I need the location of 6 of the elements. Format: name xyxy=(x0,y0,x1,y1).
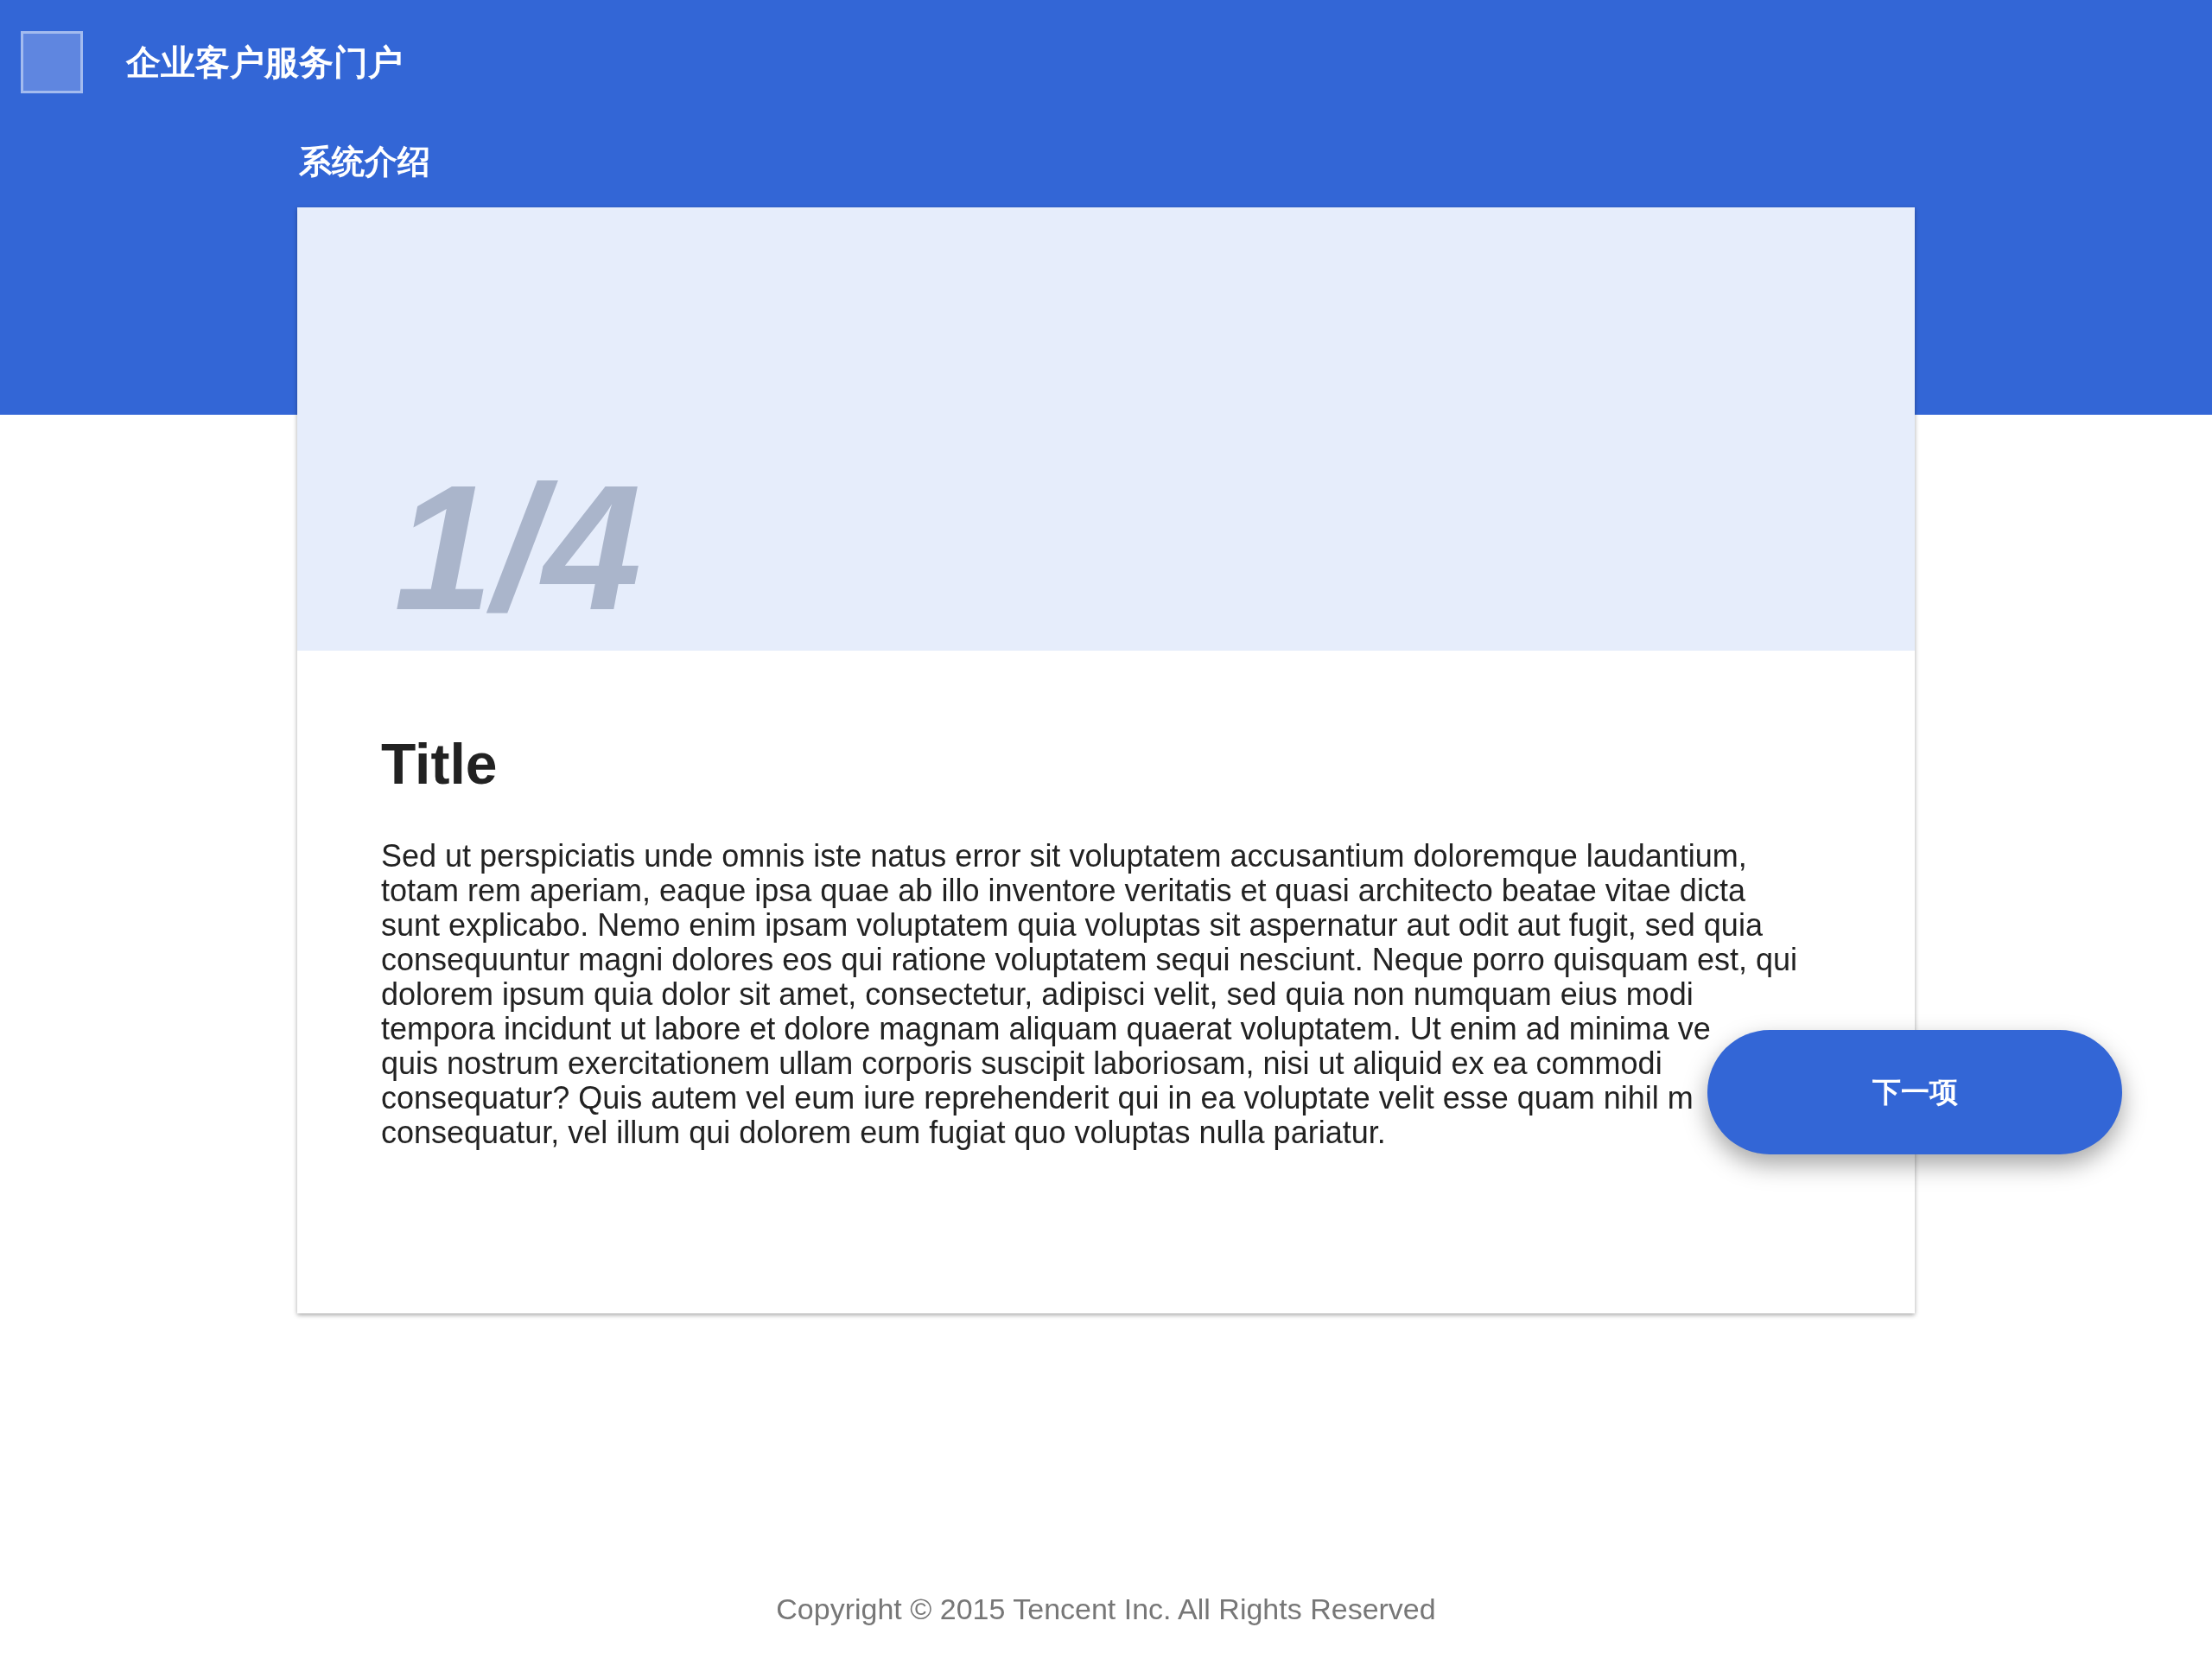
card-title: Title xyxy=(381,731,498,798)
logo-icon xyxy=(21,31,83,93)
section-title: 系统介绍 xyxy=(299,145,430,178)
copyright-text: Copyright © 2015 Tencent Inc. All Rights Reserved xyxy=(776,1592,1436,1627)
page-counter: 1/4 xyxy=(394,459,642,637)
app-title: 企业客户服务门户 xyxy=(126,45,403,79)
